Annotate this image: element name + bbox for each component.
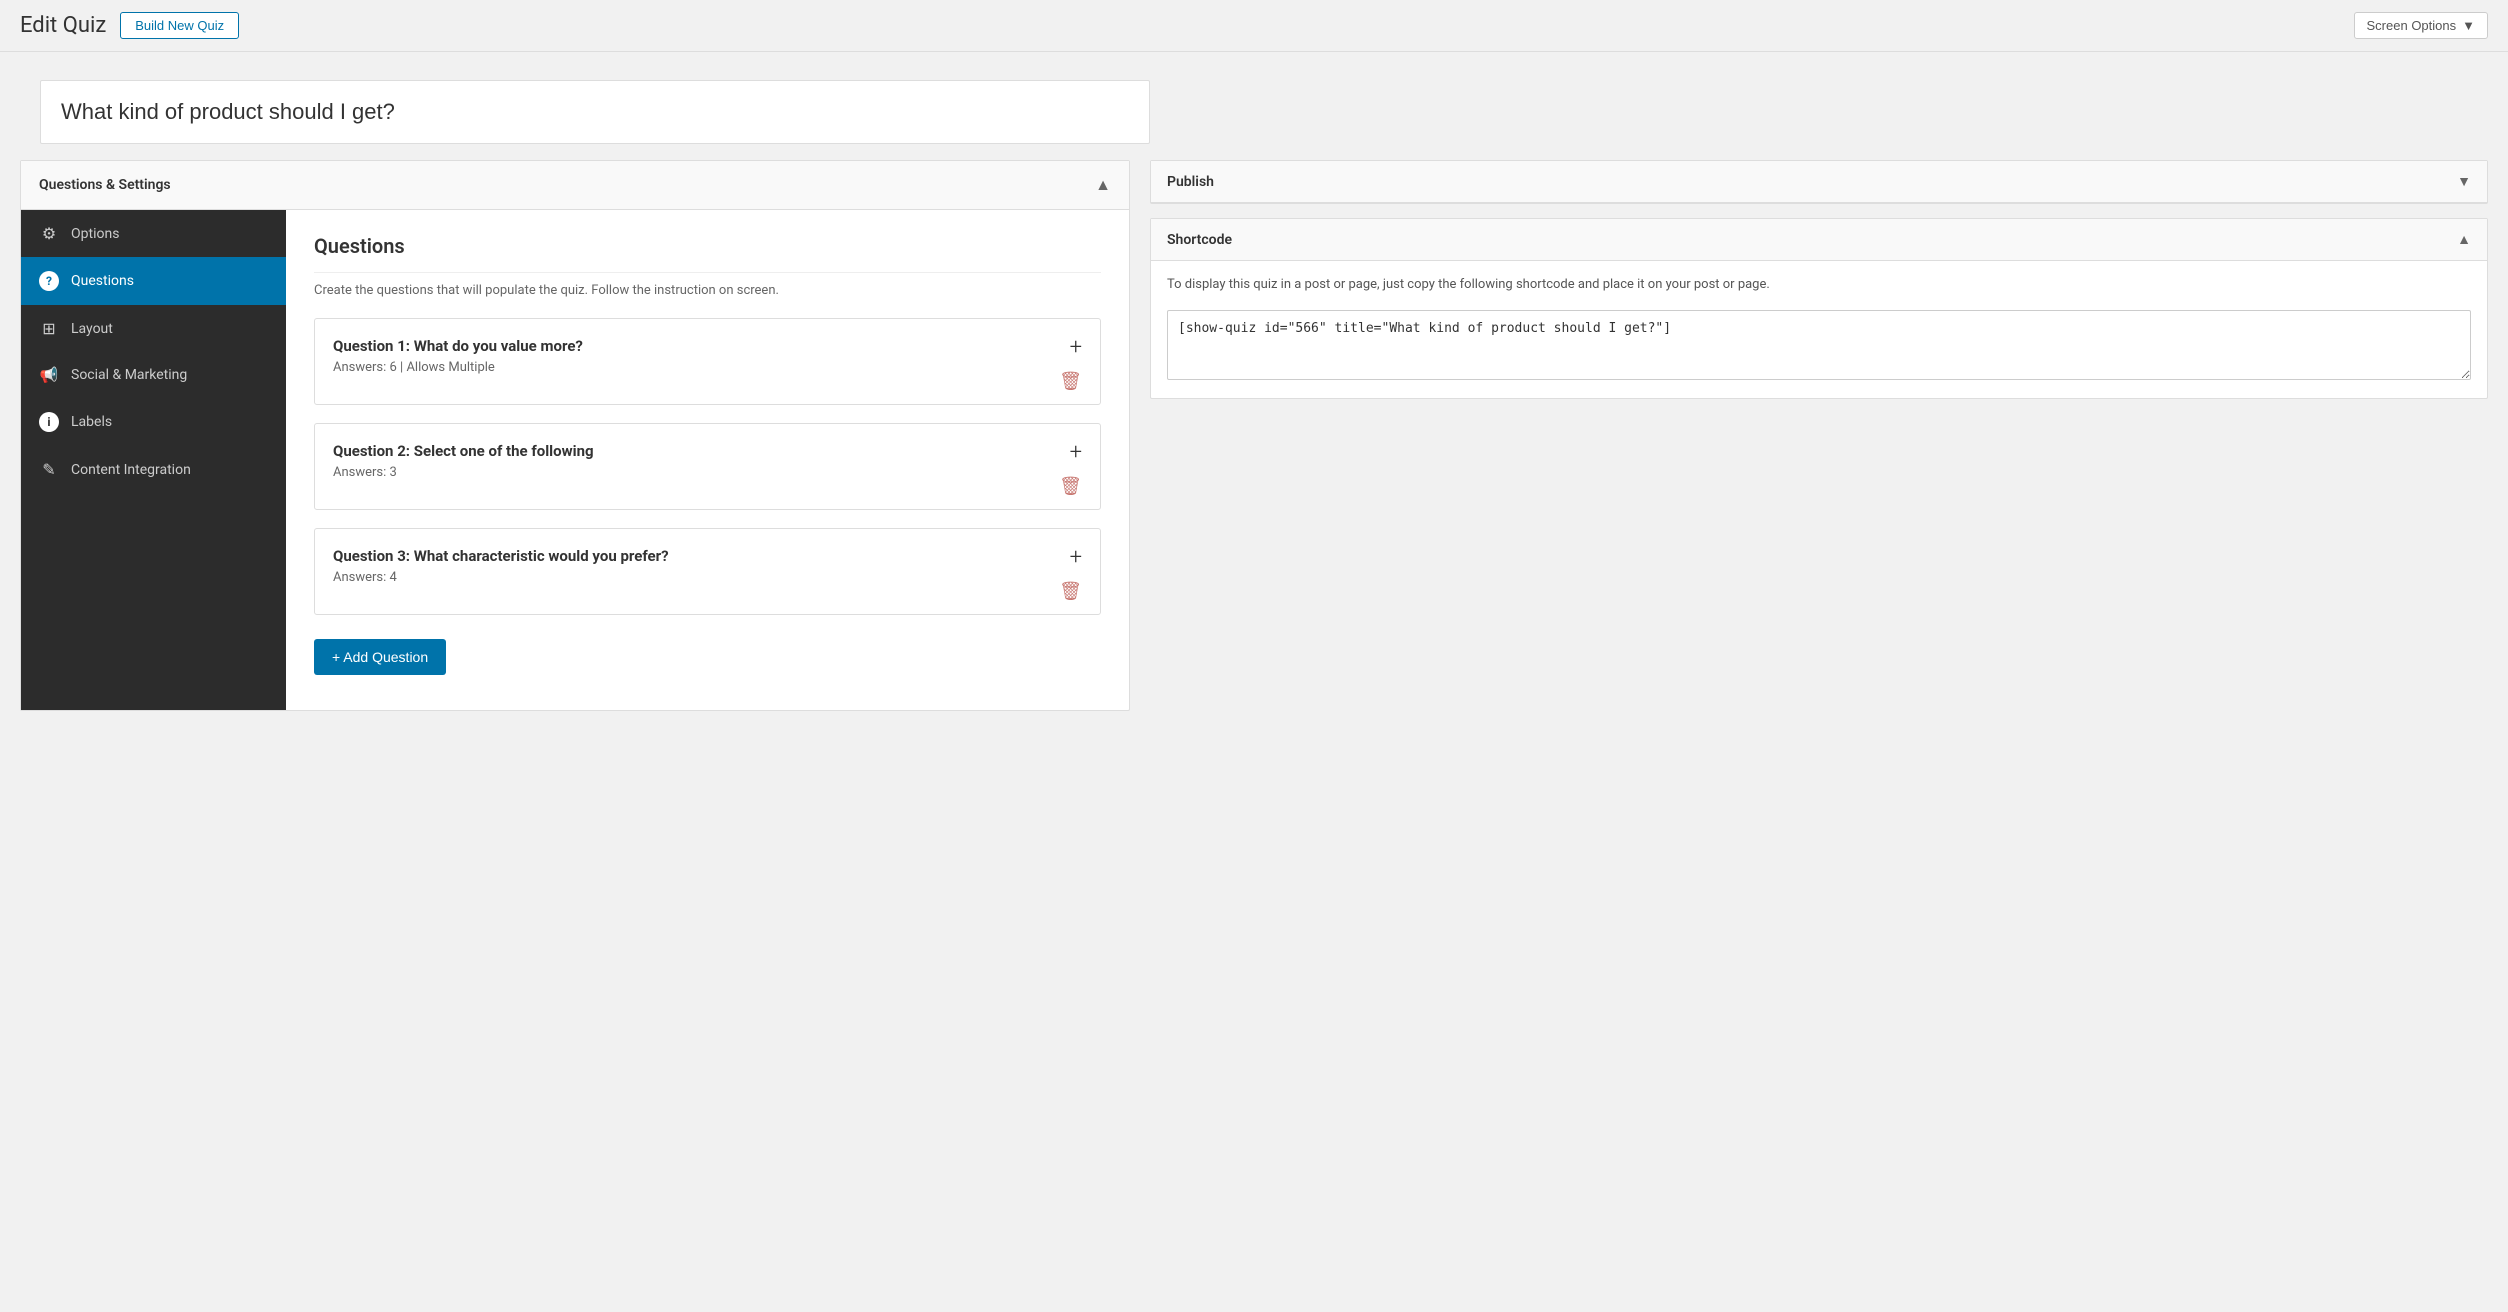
panel-body: Options ? Questions ⊞ Layout 📢 Social & … <box>21 210 1129 710</box>
questions-section-desc: Create the questions that will populate … <box>314 283 1101 298</box>
layout-icon: ⊞ <box>39 319 59 338</box>
delete-question-2-button[interactable]: 🗑 <box>1059 476 1082 497</box>
question-card-top-3: Question 3: What characteristic would yo… <box>333 547 1082 602</box>
question-card-1: Question 1: What do you value more? Answ… <box>314 318 1101 405</box>
content-area: Questions Create the questions that will… <box>286 210 1129 710</box>
question-title-1: Question 1: What do you value more? <box>333 337 1059 355</box>
questions-section-title: Questions <box>314 234 1101 273</box>
header-left: Edit Quiz Build New Quiz <box>20 12 239 39</box>
sidebar-label-labels: Labels <box>71 414 112 430</box>
question-card-top-2: Question 2: Select one of the following … <box>333 442 1082 497</box>
quiz-title-input[interactable] <box>61 99 1129 125</box>
add-question-button[interactable]: + Add Question <box>314 639 446 675</box>
publish-chevron-icon[interactable]: ▼ <box>2457 173 2471 190</box>
shortcode-textarea[interactable] <box>1167 310 2471 380</box>
gear-icon <box>39 224 59 243</box>
sidebar-item-social-marketing[interactable]: 📢 Social & Marketing <box>21 352 286 398</box>
labels-icon: i <box>39 412 59 432</box>
question-meta-3: Answers: 4 <box>333 570 1059 585</box>
question-info-1: Question 1: What do you value more? Answ… <box>333 337 1059 375</box>
question-actions-1: + 🗑 <box>1059 337 1082 392</box>
shortcode-header: Shortcode ▲ <box>1151 219 2487 261</box>
sidebar-item-labels[interactable]: i Labels <box>21 398 286 446</box>
question-icon: ? <box>39 271 59 291</box>
expand-question-2-button[interactable]: + <box>1070 442 1082 464</box>
sidebar-label-options: Options <box>71 226 119 242</box>
question-title-2: Question 2: Select one of the following <box>333 442 1059 460</box>
publish-title: Publish <box>1167 174 1214 190</box>
question-meta-2: Answers: 3 <box>333 465 1059 480</box>
question-title-3: Question 3: What characteristic would yo… <box>333 547 1059 565</box>
build-new-quiz-button[interactable]: Build New Quiz <box>120 12 239 39</box>
question-info-2: Question 2: Select one of the following … <box>333 442 1059 480</box>
question-card-2: Question 2: Select one of the following … <box>314 423 1101 510</box>
delete-question-1-button[interactable]: 🗑 <box>1059 371 1082 392</box>
left-panel: Questions & Settings ▲ Options ? Questio… <box>20 160 1130 711</box>
question-actions-3: + 🗑 <box>1059 547 1082 602</box>
sidebar: Options ? Questions ⊞ Layout 📢 Social & … <box>21 210 286 710</box>
publish-box: Publish ▼ <box>1150 160 2488 204</box>
shortcode-box: Shortcode ▲ To display this quiz in a po… <box>1150 218 2488 399</box>
question-card-top-1: Question 1: What do you value more? Answ… <box>333 337 1082 392</box>
quiz-title-bar <box>40 80 1150 144</box>
shortcode-title: Shortcode <box>1167 232 1232 248</box>
question-meta-1: Answers: 6 | Allows Multiple <box>333 360 1059 375</box>
expand-question-3-button[interactable]: + <box>1070 547 1082 569</box>
sidebar-label-questions: Questions <box>71 273 134 289</box>
page-title: Edit Quiz <box>20 13 106 38</box>
sidebar-label-social-marketing: Social & Marketing <box>71 367 187 383</box>
integration-icon: ✎ <box>39 460 59 479</box>
shortcode-desc: To display this quiz in a post or page, … <box>1167 275 2471 296</box>
marketing-icon: 📢 <box>39 366 59 384</box>
page-header: Edit Quiz Build New Quiz Screen Options … <box>0 0 2508 52</box>
sidebar-item-content-integration[interactable]: ✎ Content Integration <box>21 446 286 493</box>
screen-options-button[interactable]: Screen Options ▼ <box>2354 12 2488 39</box>
question-card-3: Question 3: What characteristic would yo… <box>314 528 1101 615</box>
question-info-3: Question 3: What characteristic would yo… <box>333 547 1059 585</box>
shortcode-body: To display this quiz in a post or page, … <box>1151 261 2487 398</box>
delete-question-3-button[interactable]: 🗑 <box>1059 581 1082 602</box>
collapse-arrow[interactable]: ▲ <box>1095 175 1111 195</box>
expand-question-1-button[interactable]: + <box>1070 337 1082 359</box>
screen-options-chevron: ▼ <box>2462 18 2475 33</box>
sidebar-item-options[interactable]: Options <box>21 210 286 257</box>
question-actions-2: + 🗑 <box>1059 442 1082 497</box>
sidebar-label-layout: Layout <box>71 321 113 337</box>
right-panel: Publish ▼ Shortcode ▲ To display this qu… <box>1150 160 2488 711</box>
sidebar-label-content-integration: Content Integration <box>71 462 191 478</box>
main-layout: Questions & Settings ▲ Options ? Questio… <box>0 160 2508 731</box>
sidebar-item-questions[interactable]: ? Questions <box>21 257 286 305</box>
panel-header: Questions & Settings ▲ <box>21 161 1129 210</box>
screen-options-label: Screen Options <box>2367 18 2457 33</box>
publish-header: Publish ▼ <box>1151 161 2487 203</box>
panel-header-title: Questions & Settings <box>39 177 171 193</box>
shortcode-chevron-icon[interactable]: ▲ <box>2457 231 2471 248</box>
sidebar-item-layout[interactable]: ⊞ Layout <box>21 305 286 352</box>
